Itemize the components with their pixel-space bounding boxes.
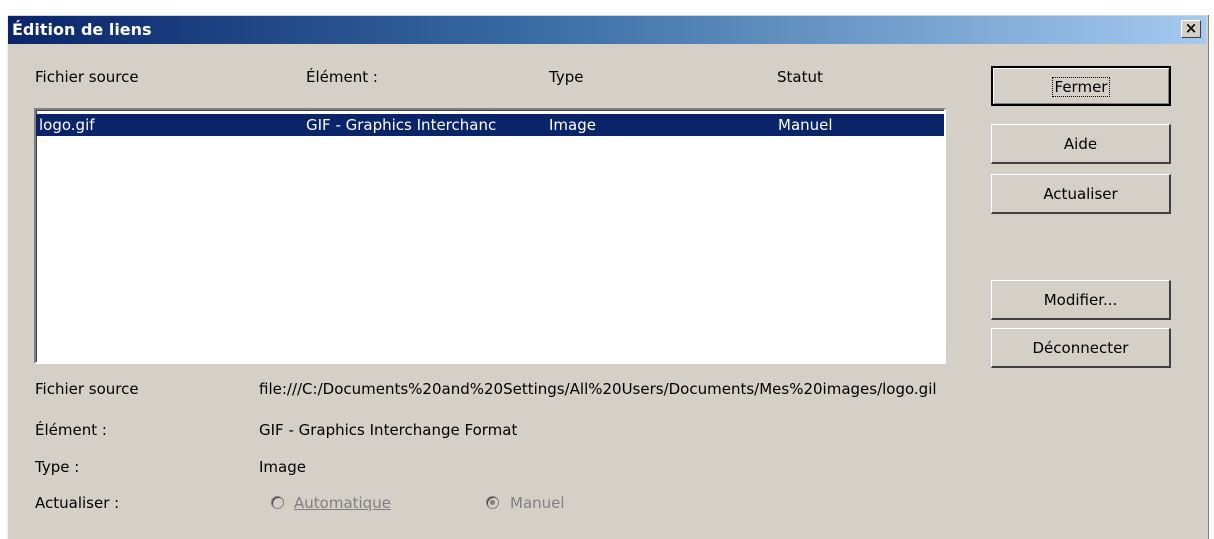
row-status: Manuel bbox=[778, 116, 833, 134]
links-list[interactable] bbox=[34, 108, 946, 364]
detail-element-value: GIF - Graphics Interchange Format bbox=[259, 421, 518, 439]
modify-button[interactable]: Modifier... bbox=[991, 280, 1171, 320]
detail-update-label: Actualiser : bbox=[35, 494, 120, 512]
close-window-button[interactable]: × bbox=[1181, 20, 1201, 38]
column-header-status: Statut bbox=[777, 68, 823, 86]
close-button[interactable]: Fermer bbox=[991, 66, 1171, 106]
radio-automatic[interactable] bbox=[271, 496, 284, 509]
table-row[interactable]: logo.gif GIF - Graphics Interchanc Image… bbox=[36, 114, 944, 136]
radio-manual-dot bbox=[490, 500, 495, 505]
refresh-button[interactable]: Actualiser bbox=[991, 174, 1171, 214]
radio-automatic-label: Automatique bbox=[294, 494, 391, 512]
detail-source-value: file:///C:/Documents%20and%20Settings/Al… bbox=[259, 380, 937, 398]
row-type: Image bbox=[549, 116, 596, 134]
title-bar[interactable]: Édition de liens bbox=[8, 16, 1206, 44]
radio-manual-label: Manuel bbox=[510, 494, 565, 512]
detail-element-label: Élément : bbox=[35, 421, 107, 439]
radio-manual[interactable] bbox=[486, 496, 499, 509]
detail-type-value: Image bbox=[259, 458, 306, 476]
radio-automatic-text: Automatique bbox=[294, 494, 391, 512]
detail-type-label: Type : bbox=[35, 458, 80, 476]
column-header-element: Élément : bbox=[306, 68, 378, 86]
row-source: logo.gif bbox=[39, 116, 95, 134]
disconnect-button[interactable]: Déconnecter bbox=[991, 328, 1171, 368]
window-title: Édition de liens bbox=[12, 20, 152, 39]
detail-source-label: Fichier source bbox=[35, 380, 139, 398]
row-element: GIF - Graphics Interchanc bbox=[306, 116, 497, 134]
column-header-source: Fichier source bbox=[35, 68, 139, 86]
help-button[interactable]: Aide bbox=[991, 124, 1171, 164]
column-header-type: Type bbox=[549, 68, 584, 86]
close-button-label: Fermer bbox=[1051, 77, 1111, 97]
